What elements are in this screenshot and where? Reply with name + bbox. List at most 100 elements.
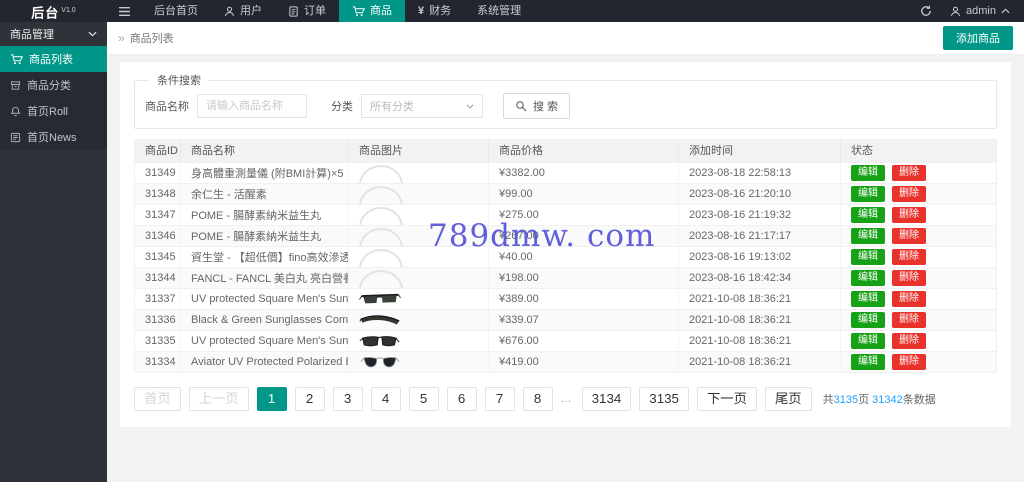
refresh-icon[interactable] [920,5,932,17]
table-row: 31344 FANCL - FANCL 美白丸 亮白營養素美白丸 180粒 (.… [135,267,996,288]
page-last-button[interactable]: 尾页 [764,387,812,411]
page-number-button[interactable]: 6 [446,387,477,411]
search-button-label: 搜 索 [533,101,559,113]
order-icon [288,5,299,17]
top-menu-label: 订单 [304,5,326,17]
add-product-button[interactable]: 添加商品 [943,26,1013,50]
sunglasses-square-photo [359,291,401,308]
product-image-cell [349,163,489,183]
product-id-cell: 31347 [135,205,181,225]
menu-toggle-icon[interactable] [107,0,141,22]
table-row: 31346 POME - 腸酵素納米益生丸 ¥267.00 2023-08-16… [135,225,996,246]
top-menu-home[interactable]: 后台首页 [141,0,211,22]
edit-button[interactable]: 编辑 [851,291,885,307]
table-row: 31349 身高體重測量儀 (附BMI計算)×5 ¥3382.00 2023-0… [135,162,996,183]
sidebar-item-label: 首页News [27,132,77,144]
delete-button[interactable]: 删除 [892,207,926,223]
page-prev-button: 上一页 [188,387,249,411]
pagination-total-link[interactable]: 3135 [834,394,858,406]
product-name-cell: Aviator UV Protected Polarized Black Sun… [181,352,349,372]
product-actions-cell: 编辑 删除 [841,310,996,330]
chevron-down-icon [88,31,97,37]
product-time-cell: 2023-08-16 21:17:17 [679,226,841,246]
broken-image-placeholder [359,186,403,204]
delete-button[interactable]: 删除 [892,186,926,202]
product-id-cell: 31334 [135,352,181,372]
product-name-label: 商品名称 [145,101,189,113]
edit-button[interactable]: 编辑 [851,270,885,286]
delete-button[interactable]: 删除 [892,291,926,307]
product-id-cell: 31335 [135,331,181,351]
edit-button[interactable]: 编辑 [851,312,885,328]
table-body: 31349 身高體重測量儀 (附BMI計算)×5 ¥3382.00 2023-0… [135,162,996,372]
top-menu-label: 财务 [429,5,452,17]
product-actions-cell: 编辑 删除 [841,352,996,372]
content: 条件搜索 商品名称 分类 所有分类 搜 索 商 [107,55,1024,427]
edit-button[interactable]: 编辑 [851,186,885,202]
page-number-button[interactable]: 8 [522,387,553,411]
product-actions-cell: 编辑 删除 [841,205,996,225]
delete-button[interactable]: 删除 [892,270,926,286]
top-menu-label: 用户 [240,5,262,17]
delete-button[interactable]: 删除 [892,228,926,244]
product-price-cell: ¥419.00 [489,352,679,372]
product-actions-cell: 编辑 删除 [841,247,996,267]
product-actions-cell: 编辑 删除 [841,226,996,246]
page-number-button[interactable]: 5 [408,387,439,411]
delete-button[interactable]: 删除 [892,312,926,328]
bell-icon [10,106,21,117]
column-header: 状态 [851,145,873,157]
delete-button[interactable]: 删除 [892,249,926,265]
top-menu-users[interactable]: 用户 [211,0,275,22]
top-menu-goods[interactable]: 商品 [339,0,405,22]
sidebar-item-goods-category[interactable]: 商品分类 [0,72,107,98]
sunglasses-aviator-photo [359,354,401,371]
product-price-cell: ¥99.00 [489,184,679,204]
admin-dropdown[interactable]: admin [950,5,1010,17]
product-time-cell: 2023-08-16 18:42:34 [679,268,841,288]
product-price-cell: ¥198.00 [489,268,679,288]
edit-button[interactable]: 编辑 [851,354,885,370]
delete-button[interactable]: 删除 [892,165,926,181]
app-logo[interactable]: 后台 V1.0 [0,0,107,22]
column-header: 商品名称 [181,140,349,162]
top-menu-finance[interactable]: ¥ 财务 [405,0,464,22]
product-image-cell [349,268,489,288]
sidebar-items: 商品列表 商品分类 首页Roll 首页News [0,46,107,150]
edit-button[interactable]: 编辑 [851,165,885,181]
page-number-button[interactable]: 4 [370,387,401,411]
search-panel: 条件搜索 商品名称 分类 所有分类 搜 索 [134,72,997,129]
delete-button[interactable]: 删除 [892,333,926,349]
sunglasses-round-photo [359,333,401,350]
top-menu-system[interactable]: 系统管理 [464,0,534,22]
category-select[interactable]: 所有分类 [361,94,483,118]
table-row: 31337 UV protected Square Men's Sunglass… [135,288,996,309]
edit-button[interactable]: 编辑 [851,207,885,223]
breadcrumb-bar: » 商品列表 添加商品 [107,22,1024,55]
page-number-button[interactable]: 2 [294,387,325,411]
broken-image-placeholder [359,228,403,246]
page-number-button[interactable]: 3134 [581,387,632,411]
topbar: 后台 V1.0 后台首页 用户 订单 商品 ¥ 财务 系统管理 admin [0,0,1024,22]
page-number-button[interactable]: 3135 [639,387,689,411]
page-next-button[interactable]: 下一页 [696,387,757,411]
delete-button[interactable]: 删除 [892,354,926,370]
page-number-button[interactable]: 7 [484,387,515,411]
sidebar-item-home-roll[interactable]: 首页Roll [0,98,107,124]
pagination-total-link[interactable]: 31342 [872,394,903,406]
product-name-input[interactable] [197,94,307,118]
edit-button[interactable]: 编辑 [851,333,885,349]
page-number-button[interactable]: 3 [332,387,363,411]
cart-icon [352,5,365,17]
sidebar-group-goods[interactable]: 商品管理 [0,22,107,46]
category-select-value: 所有分类 [370,101,414,113]
product-image-cell [349,205,489,225]
sidebar-item-home-news[interactable]: 首页News [0,124,107,150]
search-button[interactable]: 搜 索 [503,93,571,119]
table-row: 31345 資生堂 - 【超低價】fino高效滲透護髮膜 紅色 230g... … [135,246,996,267]
top-menu-orders[interactable]: 订单 [275,0,339,22]
sidebar-item-goods-list[interactable]: 商品列表 [0,46,107,72]
edit-button[interactable]: 编辑 [851,249,885,265]
page-first-button: 首页 [134,387,181,411]
edit-button[interactable]: 编辑 [851,228,885,244]
